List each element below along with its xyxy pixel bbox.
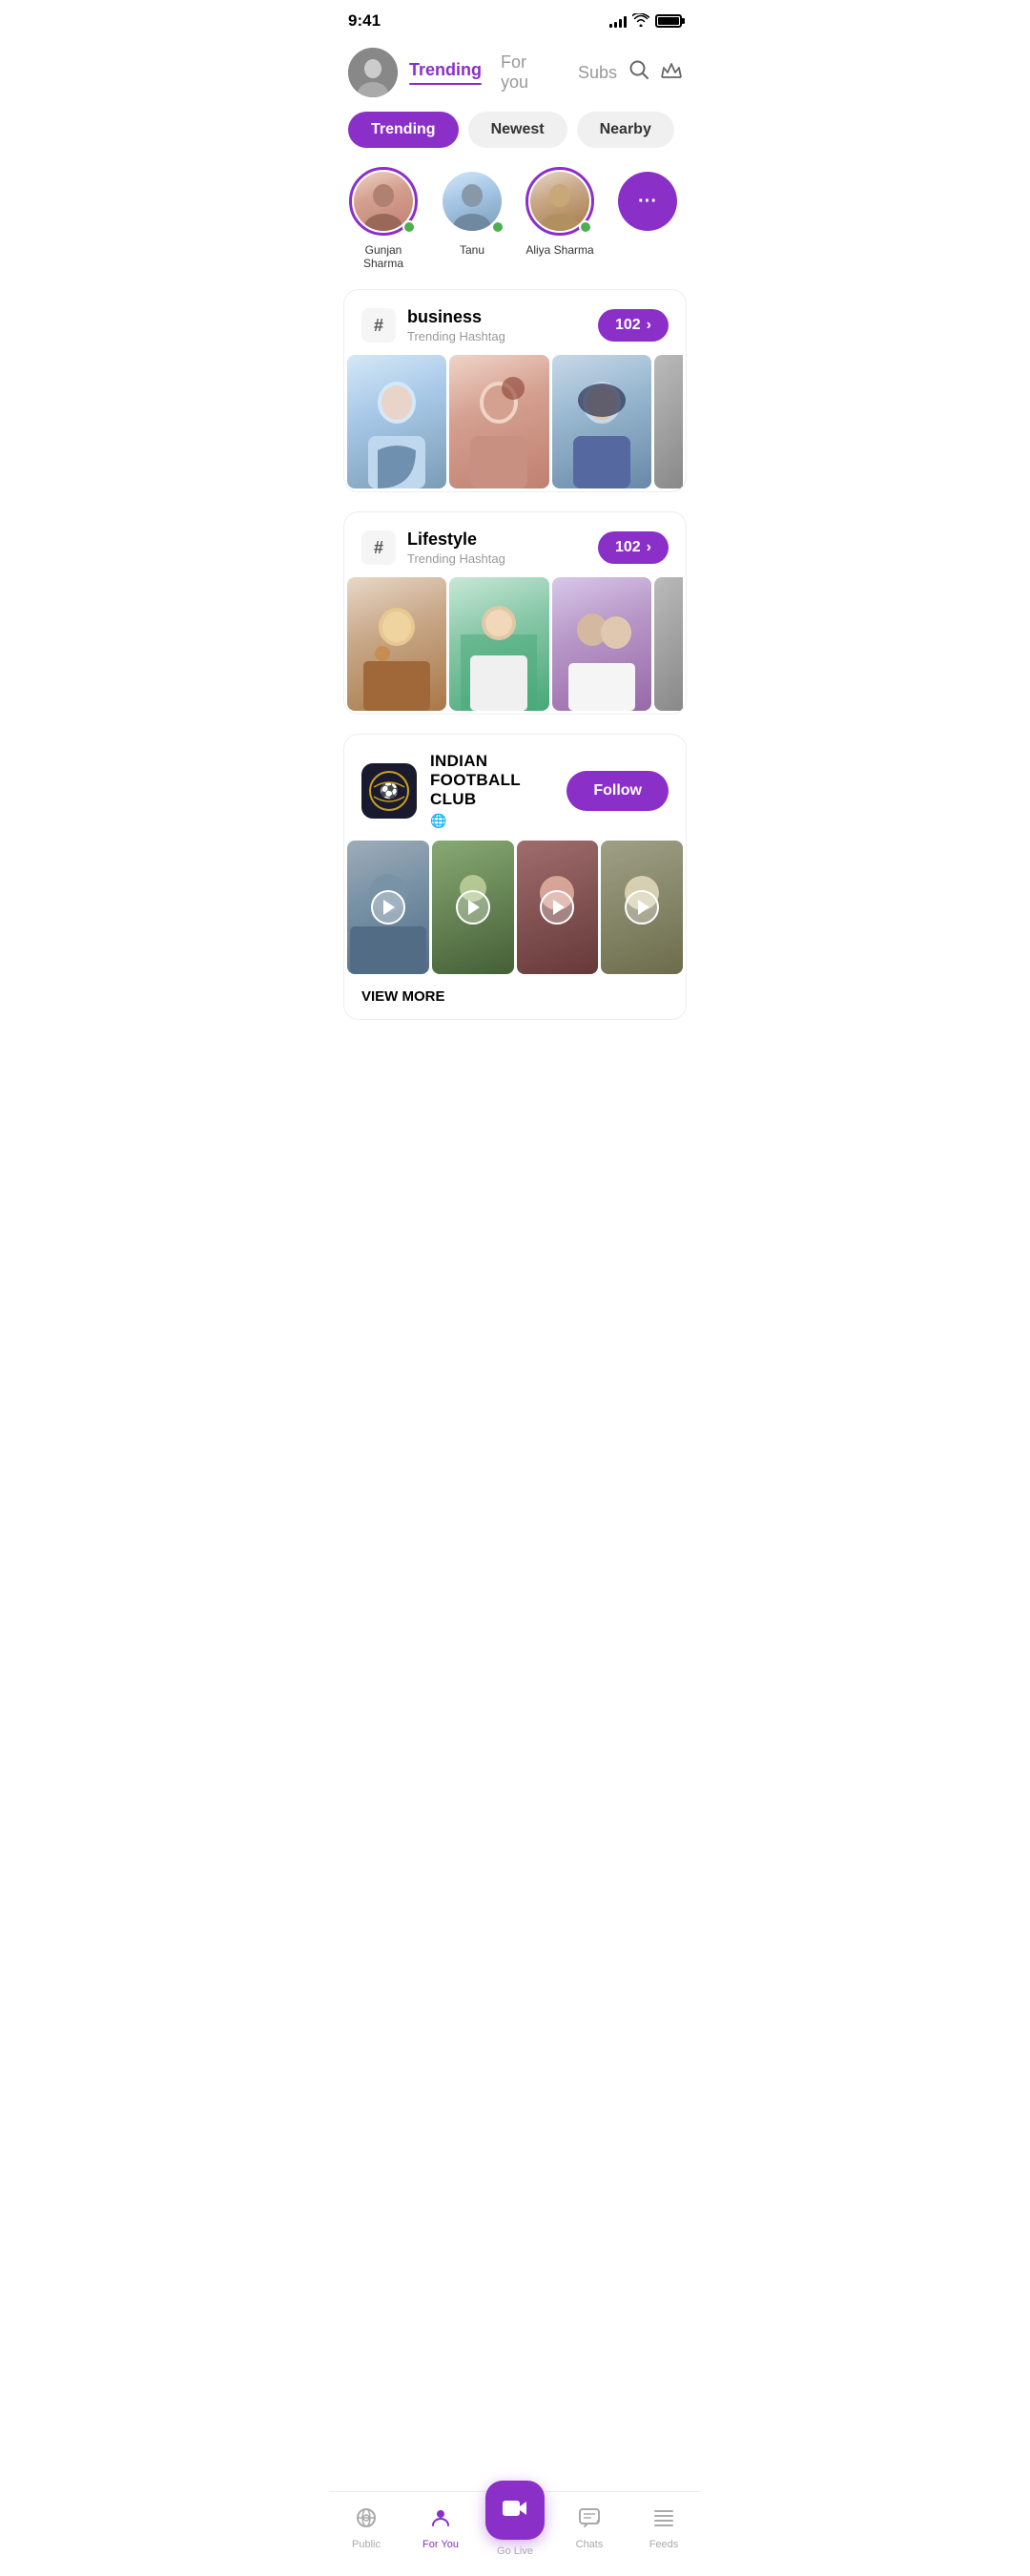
hashtag-subtitle: Trending Hashtag [407, 329, 587, 343]
story-name-tanu: Tanu [460, 243, 484, 257]
stories-row: Gunjan Sharma Tanu [329, 162, 701, 289]
hashtag-card-business: # business Trending Hashtag 102 › [343, 289, 687, 492]
status-time: 9:41 [348, 11, 381, 31]
hashtag-image[interactable] [449, 355, 548, 488]
filter-newest[interactable]: Newest [468, 112, 567, 148]
follow-button[interactable]: Follow [566, 771, 669, 811]
search-icon[interactable] [628, 59, 649, 86]
nav-go-live-label: Go Live [497, 2545, 533, 2557]
nav-chats-label: Chats [576, 2539, 604, 2550]
avatar[interactable] [348, 48, 398, 97]
story-more[interactable]: ··· [613, 167, 682, 270]
club-type: 🌐 [430, 813, 553, 829]
hashtag-image[interactable] [347, 355, 446, 488]
nav-feeds-label: Feeds [649, 2539, 679, 2550]
nav-for-you-label: For You [422, 2539, 459, 2550]
camera-icon [502, 2496, 528, 2525]
nav-feeds[interactable]: Feeds [627, 2506, 701, 2550]
hash-icon: # [361, 308, 396, 343]
for-you-icon [429, 2506, 452, 2535]
nav-foryou[interactable]: For you [501, 52, 559, 93]
hashtag-image[interactable] [449, 577, 548, 711]
club-video[interactable] [601, 841, 683, 974]
club-video[interactable] [347, 841, 429, 974]
crown-icon[interactable] [661, 60, 682, 85]
nav-chats[interactable]: Chats [552, 2506, 627, 2550]
hashtag-subtitle-lifestyle: Trending Hashtag [407, 551, 587, 566]
hashtag-count-lifestyle[interactable]: 102 › [598, 531, 669, 564]
story-tanu[interactable]: Tanu [438, 167, 506, 270]
signal-icon [609, 14, 627, 28]
filter-nearby[interactable]: Nearby [577, 112, 674, 148]
story-gunjan[interactable]: Gunjan Sharma [348, 167, 419, 270]
hashtag-image[interactable] [347, 577, 446, 711]
header-actions [628, 59, 682, 86]
play-icon [456, 890, 490, 924]
hashtag-images-lifestyle [344, 577, 686, 714]
header-nav: Trending For you Subs [409, 52, 617, 93]
filter-tabs: Trending Newest Nearby [329, 112, 701, 162]
feeds-icon [652, 2506, 675, 2535]
club-video[interactable] [432, 841, 514, 974]
view-more-button[interactable]: VIEW MORE [344, 974, 686, 1019]
nav-trending[interactable]: Trending [409, 60, 482, 85]
status-icons [609, 13, 682, 30]
club-video[interactable] [517, 841, 599, 974]
bottom-nav: Public For You Go Live [329, 2491, 701, 2576]
public-icon [355, 2506, 378, 2535]
status-bar: 9:41 [329, 0, 701, 38]
story-name-aliya: Aliya Sharma [525, 243, 593, 257]
hashtag-name-business: business [407, 307, 587, 327]
hash-icon-lifestyle: # [361, 530, 396, 565]
wifi-icon [632, 13, 649, 30]
hashtag-images-business [344, 355, 686, 491]
hashtag-count-business[interactable]: 102 › [598, 309, 669, 342]
story-aliya[interactable]: Aliya Sharma [525, 167, 594, 270]
hashtag-image[interactable] [552, 577, 651, 711]
nav-public-label: Public [352, 2539, 381, 2550]
club-card: ⚽ INDIAN FOOTBALL CLUB 🌐 Follow [343, 734, 687, 1020]
battery-icon [655, 14, 682, 28]
nav-subs[interactable]: Subs [578, 63, 617, 83]
hashtag-card-lifestyle: # Lifestyle Trending Hashtag 102 › [343, 511, 687, 715]
hashtag-image-partial [654, 355, 683, 488]
hashtag-image[interactable] [552, 355, 651, 488]
nav-go-live[interactable]: Go Live [478, 2500, 552, 2557]
play-icon [625, 890, 659, 924]
club-videos [344, 841, 686, 974]
club-logo: ⚽ [361, 763, 417, 819]
nav-public[interactable]: Public [329, 2506, 403, 2550]
chat-icon [578, 2506, 601, 2535]
header: Trending For you Subs [329, 38, 701, 112]
hashtag-image-partial [654, 577, 683, 711]
play-icon [371, 890, 405, 924]
club-name: INDIAN FOOTBALL CLUB [430, 752, 553, 809]
story-name-gunjan: Gunjan Sharma [348, 243, 419, 270]
hashtag-name-lifestyle: Lifestyle [407, 530, 587, 550]
nav-for-you[interactable]: For You [403, 2506, 478, 2550]
filter-trending[interactable]: Trending [348, 112, 459, 148]
